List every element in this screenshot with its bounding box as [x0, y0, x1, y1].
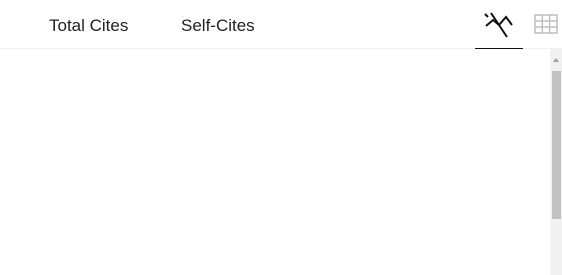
table-view-button[interactable]: [524, 6, 562, 48]
header-bar: Total Cites Self-Cites: [0, 0, 562, 49]
scroll-up-arrow-icon[interactable]: [550, 55, 562, 65]
chart-content-area: [0, 49, 550, 275]
tab-total-cites[interactable]: Total Cites: [49, 15, 128, 37]
scrollbar-thumb[interactable]: [552, 71, 561, 219]
tab-self-cites[interactable]: Self-Cites: [181, 15, 255, 37]
chart-view-button[interactable]: [475, 6, 523, 49]
chart-line-icon: [484, 12, 513, 38]
vertical-scrollbar[interactable]: [550, 49, 562, 275]
table-grid-icon: [534, 14, 558, 34]
